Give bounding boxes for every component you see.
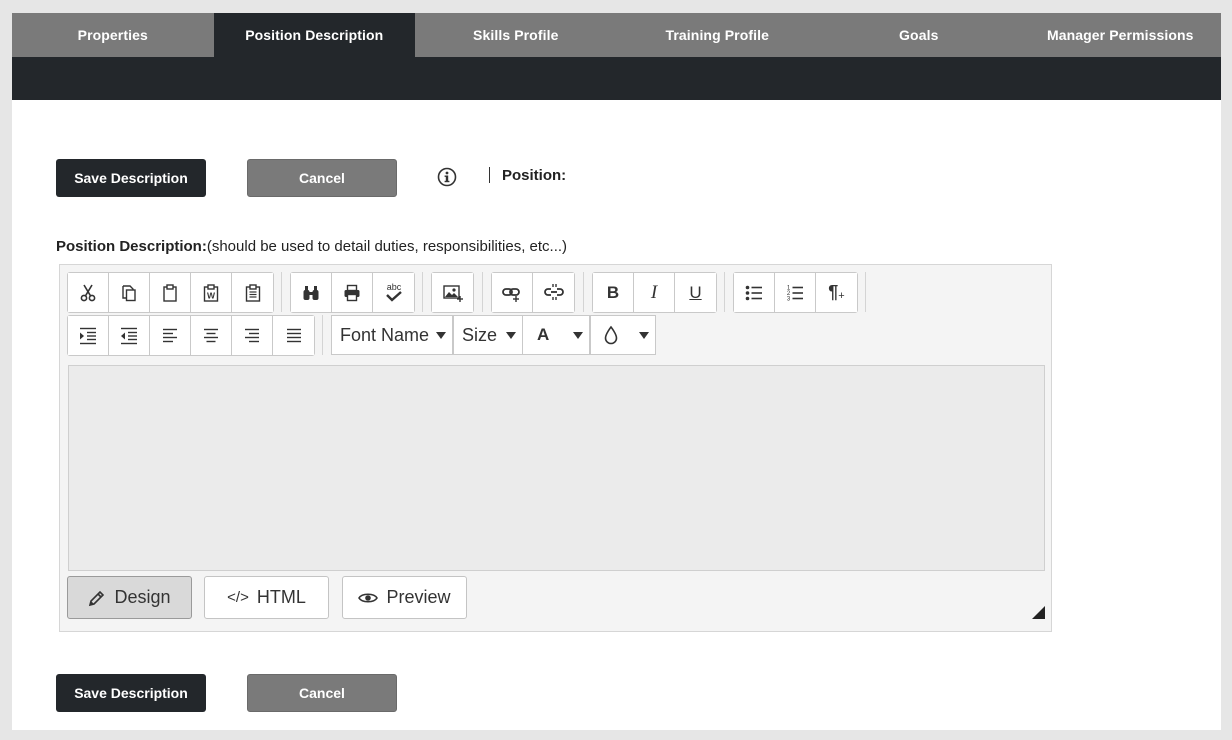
alignment-toolbar-group — [67, 315, 315, 356]
description-label-title: Position Description: — [56, 238, 207, 255]
html-mode-button[interactable]: </> HTML — [204, 576, 329, 619]
eye-icon — [358, 592, 379, 603]
font-size-value: Size — [462, 324, 498, 345]
save-description-button-bottom[interactable]: Save Description — [56, 674, 206, 712]
indent-icon[interactable] — [68, 316, 109, 355]
align-center-icon[interactable] — [191, 316, 232, 355]
tools-toolbar-group: abc — [290, 272, 415, 313]
info-icon[interactable] — [437, 167, 457, 187]
font-name-value: Font Name — [340, 324, 430, 345]
cut-icon[interactable] — [68, 273, 109, 312]
cancel-button-bottom[interactable]: Cancel — [247, 674, 397, 712]
paragraph-icon[interactable]: ¶ + — [816, 273, 857, 312]
svg-text:W: W — [207, 290, 216, 300]
image-toolbar-group — [431, 272, 474, 313]
tab-training-profile[interactable]: Training Profile — [617, 13, 819, 57]
toolbar-separator — [724, 272, 725, 312]
clipboard-toolbar-group: W — [67, 272, 274, 313]
link-toolbar-group — [491, 272, 575, 313]
droplet-icon — [604, 325, 618, 345]
position-label: Position: — [502, 167, 567, 184]
outdent-icon[interactable] — [109, 316, 150, 355]
preview-mode-label: Preview — [386, 587, 451, 607]
font-size-dropdown[interactable]: Size — [453, 315, 523, 355]
pencil-icon — [89, 590, 105, 606]
tab-bar: Properties Position Description Skills P… — [12, 13, 1221, 57]
toolbar-separator — [583, 272, 584, 312]
tab-subbar — [12, 57, 1221, 100]
chevron-down-icon — [573, 332, 583, 339]
tab-position-description[interactable]: Position Description — [213, 13, 415, 57]
chevron-down-icon — [506, 332, 516, 339]
list-toolbar-group: 123 ¶ + — [733, 272, 858, 313]
toolbar-separator — [322, 315, 323, 355]
justify-icon[interactable] — [273, 316, 314, 355]
cancel-button-top[interactable]: Cancel — [247, 159, 397, 197]
back-color-dropdown[interactable] — [590, 315, 656, 355]
tab-skills-profile[interactable]: Skills Profile — [415, 13, 617, 57]
underline-glyph: U — [689, 282, 702, 302]
align-left-icon[interactable] — [150, 316, 191, 355]
rich-text-editor: W abc B I U 1 2 3 ¶ + Font Name Size A D… — [59, 264, 1052, 632]
chevron-down-icon — [436, 332, 446, 339]
svg-text:3: 3 — [787, 296, 791, 302]
tab-goals[interactable]: Goals — [818, 13, 1020, 57]
toolbar-separator — [422, 272, 423, 312]
paste-text-icon[interactable] — [232, 273, 273, 312]
format-toolbar-group: B I U — [592, 272, 717, 313]
toolbar-separator — [281, 272, 282, 312]
preview-mode-button[interactable]: Preview — [342, 576, 467, 619]
tab-properties[interactable]: Properties — [12, 13, 214, 57]
remove-link-icon[interactable] — [533, 273, 574, 312]
spellcheck-text: abc — [386, 282, 401, 292]
spellcheck-icon[interactable]: abc — [373, 273, 414, 312]
insert-link-icon[interactable] — [492, 273, 533, 312]
resize-handle-icon[interactable] — [1032, 606, 1045, 619]
paste-icon[interactable] — [150, 273, 191, 312]
paragraph-glyph: ¶ — [828, 282, 839, 302]
fore-color-dropdown[interactable]: A — [523, 315, 590, 355]
italic-glyph: I — [650, 281, 658, 303]
design-mode-label: Design — [114, 587, 171, 607]
description-label: Position Description:(should be used to … — [56, 238, 567, 255]
editor-content-area[interactable] — [68, 365, 1045, 571]
font-name-dropdown[interactable]: Font Name — [331, 315, 453, 355]
underline-icon[interactable]: U — [675, 273, 716, 312]
bullet-list-icon[interactable] — [734, 273, 775, 312]
insert-image-icon[interactable] — [432, 273, 473, 312]
description-label-hint: (should be used to detail duties, respon… — [206, 238, 568, 255]
position-separator — [489, 167, 490, 183]
toolbar-separator — [865, 272, 866, 312]
bold-glyph: B — [606, 282, 620, 302]
fore-color-icon: A — [537, 325, 550, 344]
numbered-list-icon[interactable]: 123 — [775, 273, 816, 312]
code-icon: </> — [227, 589, 249, 606]
tab-manager-permissions[interactable]: Manager Permissions — [1020, 13, 1222, 57]
bold-icon[interactable]: B — [593, 273, 634, 312]
italic-icon[interactable]: I — [634, 273, 675, 312]
paste-word-icon[interactable]: W — [191, 273, 232, 312]
toolbar-separator — [482, 272, 483, 312]
html-mode-label: HTML — [256, 587, 306, 607]
design-mode-button[interactable]: Design — [67, 576, 192, 619]
find-icon[interactable] — [291, 273, 332, 312]
copy-icon[interactable] — [109, 273, 150, 312]
print-icon[interactable] — [332, 273, 373, 312]
save-description-button-top[interactable]: Save Description — [56, 159, 206, 197]
chevron-down-icon — [639, 332, 649, 339]
page-frame: Properties Position Description Skills P… — [12, 13, 1221, 730]
align-right-icon[interactable] — [232, 316, 273, 355]
